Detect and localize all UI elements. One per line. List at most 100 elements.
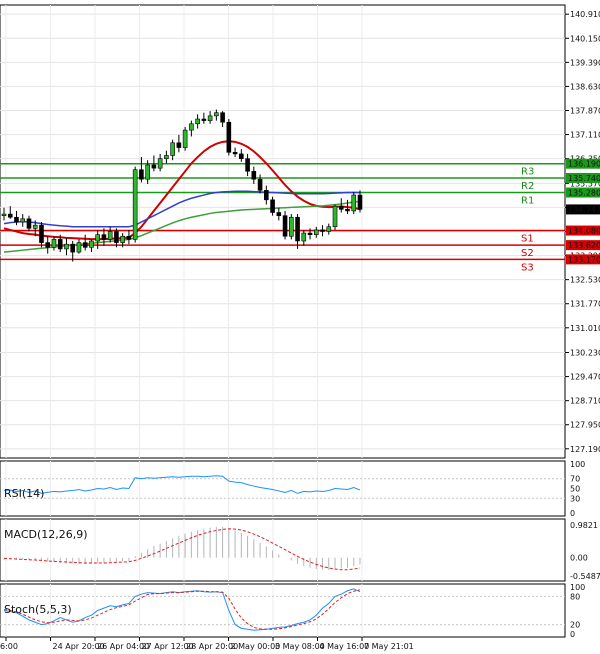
- candle-bearish: [357, 194, 363, 210]
- candle-bearish: [139, 169, 144, 180]
- price-tick-label: 130.230: [570, 349, 600, 358]
- candle-bearish: [82, 242, 88, 248]
- candle-bullish: [157, 158, 163, 169]
- candle-bullish: [107, 231, 113, 240]
- price-tick-label: 137.870: [570, 106, 600, 115]
- candle-bearish: [270, 199, 275, 213]
- stoch-axis: 10080 200: [570, 583, 585, 639]
- current-price-label: 134.747: [568, 205, 600, 214]
- candle-bullish: [132, 169, 138, 240]
- level-name-s3: S3: [521, 262, 534, 273]
- candle-bullish: [207, 115, 213, 121]
- candle-bearish: [251, 171, 257, 180]
- price-tick-label: 127.190: [570, 445, 600, 454]
- time-axis: 6:00 24 Apr 20:0026 Apr 04:0027 Apr 12:00…: [0, 637, 414, 651]
- candle-bullish: [145, 164, 150, 180]
- price-tick-label: 137.110: [570, 131, 600, 140]
- candle-bearish: [264, 190, 269, 201]
- level-name-s1: S1: [521, 234, 534, 245]
- rsi-tick-label: 30: [570, 494, 580, 503]
- stoch-tick-label: 20: [570, 621, 580, 630]
- rsi-axis: 100 705030 0: [570, 460, 585, 518]
- price-tick-label: 140.910: [570, 10, 600, 19]
- rsi-tick-label: 50: [570, 485, 580, 494]
- time-tick-label: 2 May 00:00: [231, 642, 281, 651]
- rsi-pane: RSI(14) 100 705030 0: [0, 460, 585, 518]
- candle-bearish: [320, 229, 325, 232]
- candle-bearish: [26, 218, 32, 229]
- candle-bullish: [313, 229, 319, 235]
- candle-bullish: [326, 226, 332, 232]
- rsi-pane-frame: [0, 460, 566, 517]
- candle-bearish: [245, 158, 250, 172]
- price-tick-label: 129.470: [570, 373, 600, 382]
- level-name-r2: R2: [521, 181, 534, 192]
- price-tick-label: 128.710: [570, 397, 600, 406]
- time-tick-label: 3 May 08:00: [275, 642, 325, 651]
- time-tick-label: 6:00: [0, 642, 18, 651]
- candle-bearish: [239, 153, 244, 159]
- candle-bearish: [151, 164, 157, 169]
- candle-bullish: [164, 155, 169, 159]
- candle-bearish: [39, 224, 44, 243]
- candle-bearish: [114, 231, 119, 243]
- rsi-tick-label: 0: [570, 509, 575, 518]
- candle-bullish: [1, 213, 7, 216]
- candle-bearish: [226, 121, 232, 153]
- level-tag-label-r2: 135.740: [568, 174, 600, 183]
- level-name-r3: R3: [521, 167, 534, 178]
- candle-bullish: [89, 240, 94, 248]
- level-tag-label-s2: 133.620: [568, 241, 600, 250]
- macd-title: MACD(12,26,9): [4, 528, 88, 541]
- rsi-tick-label: 100: [570, 460, 585, 469]
- rsi-tick-label: 70: [570, 475, 580, 484]
- candle-bearish: [45, 242, 51, 248]
- candle-bearish: [276, 212, 282, 216]
- macd-axis: 0.9821 0.00 -0.5487: [570, 521, 600, 581]
- stoch-tick-label: 100: [570, 583, 585, 592]
- candle-bearish: [126, 235, 132, 240]
- level-tag-label-s1: 134.080: [568, 227, 600, 236]
- candle-bearish: [70, 243, 76, 253]
- price-tick-label: 127.950: [570, 421, 600, 430]
- price-pane: R3 R2 R1 S1 S2 S3 140.910 140.150 139.390 138.63…: [0, 4, 600, 459]
- candle-bullish: [189, 123, 194, 131]
- candle-bearish: [282, 215, 288, 237]
- candle-bullish: [170, 142, 175, 156]
- time-tick-label: 7 May 21:01: [364, 642, 414, 651]
- candle-bullish: [32, 224, 38, 229]
- pivot-level-tags: 136.190 135.740 135.280 134.080 133.620 133.1…: [566, 158, 600, 265]
- level-tag-label-s3: 133.170: [568, 255, 600, 264]
- stoch-tick-label: 0: [570, 630, 575, 639]
- macd-tick-label: 0.00: [570, 554, 588, 563]
- candle-bullish: [301, 232, 307, 242]
- candle-bearish: [232, 152, 238, 155]
- macd-tick-label: 0.9821: [570, 521, 598, 530]
- price-tick-label: 131.010: [570, 324, 600, 333]
- candle-bullish: [20, 218, 26, 223]
- candle-bearish: [295, 216, 300, 242]
- candle-bullish: [182, 129, 188, 148]
- candle-bearish: [257, 178, 263, 191]
- candle-bearish: [101, 234, 107, 240]
- candle-bullish: [214, 112, 219, 117]
- candle-bullish: [195, 118, 200, 125]
- candle-bearish: [7, 213, 13, 218]
- price-tick-label: 140.150: [570, 34, 600, 43]
- candle-bullish: [64, 243, 69, 250]
- candle-bearish: [220, 112, 225, 123]
- candle-bearish: [338, 205, 344, 210]
- price-tick-label: 132.530: [570, 276, 600, 285]
- stoch-pane-frame: [0, 583, 566, 638]
- rsi-title: RSI(14): [4, 487, 44, 500]
- candle-bearish: [57, 239, 63, 250]
- candle-bullish: [120, 235, 125, 243]
- stoch-title: Stoch(5,5,3): [4, 603, 72, 616]
- candle-bullish: [76, 242, 82, 253]
- candle-bearish: [201, 118, 207, 121]
- candle-bearish: [345, 209, 350, 212]
- price-tick-label: 139.390: [570, 58, 600, 67]
- trading-chart: R3 R2 R1 S1 S2 S3 140.910 140.150 139.390 138.63…: [0, 4, 600, 651]
- level-tag-label-r3: 136.190: [568, 160, 600, 169]
- candle-bullish: [51, 239, 57, 248]
